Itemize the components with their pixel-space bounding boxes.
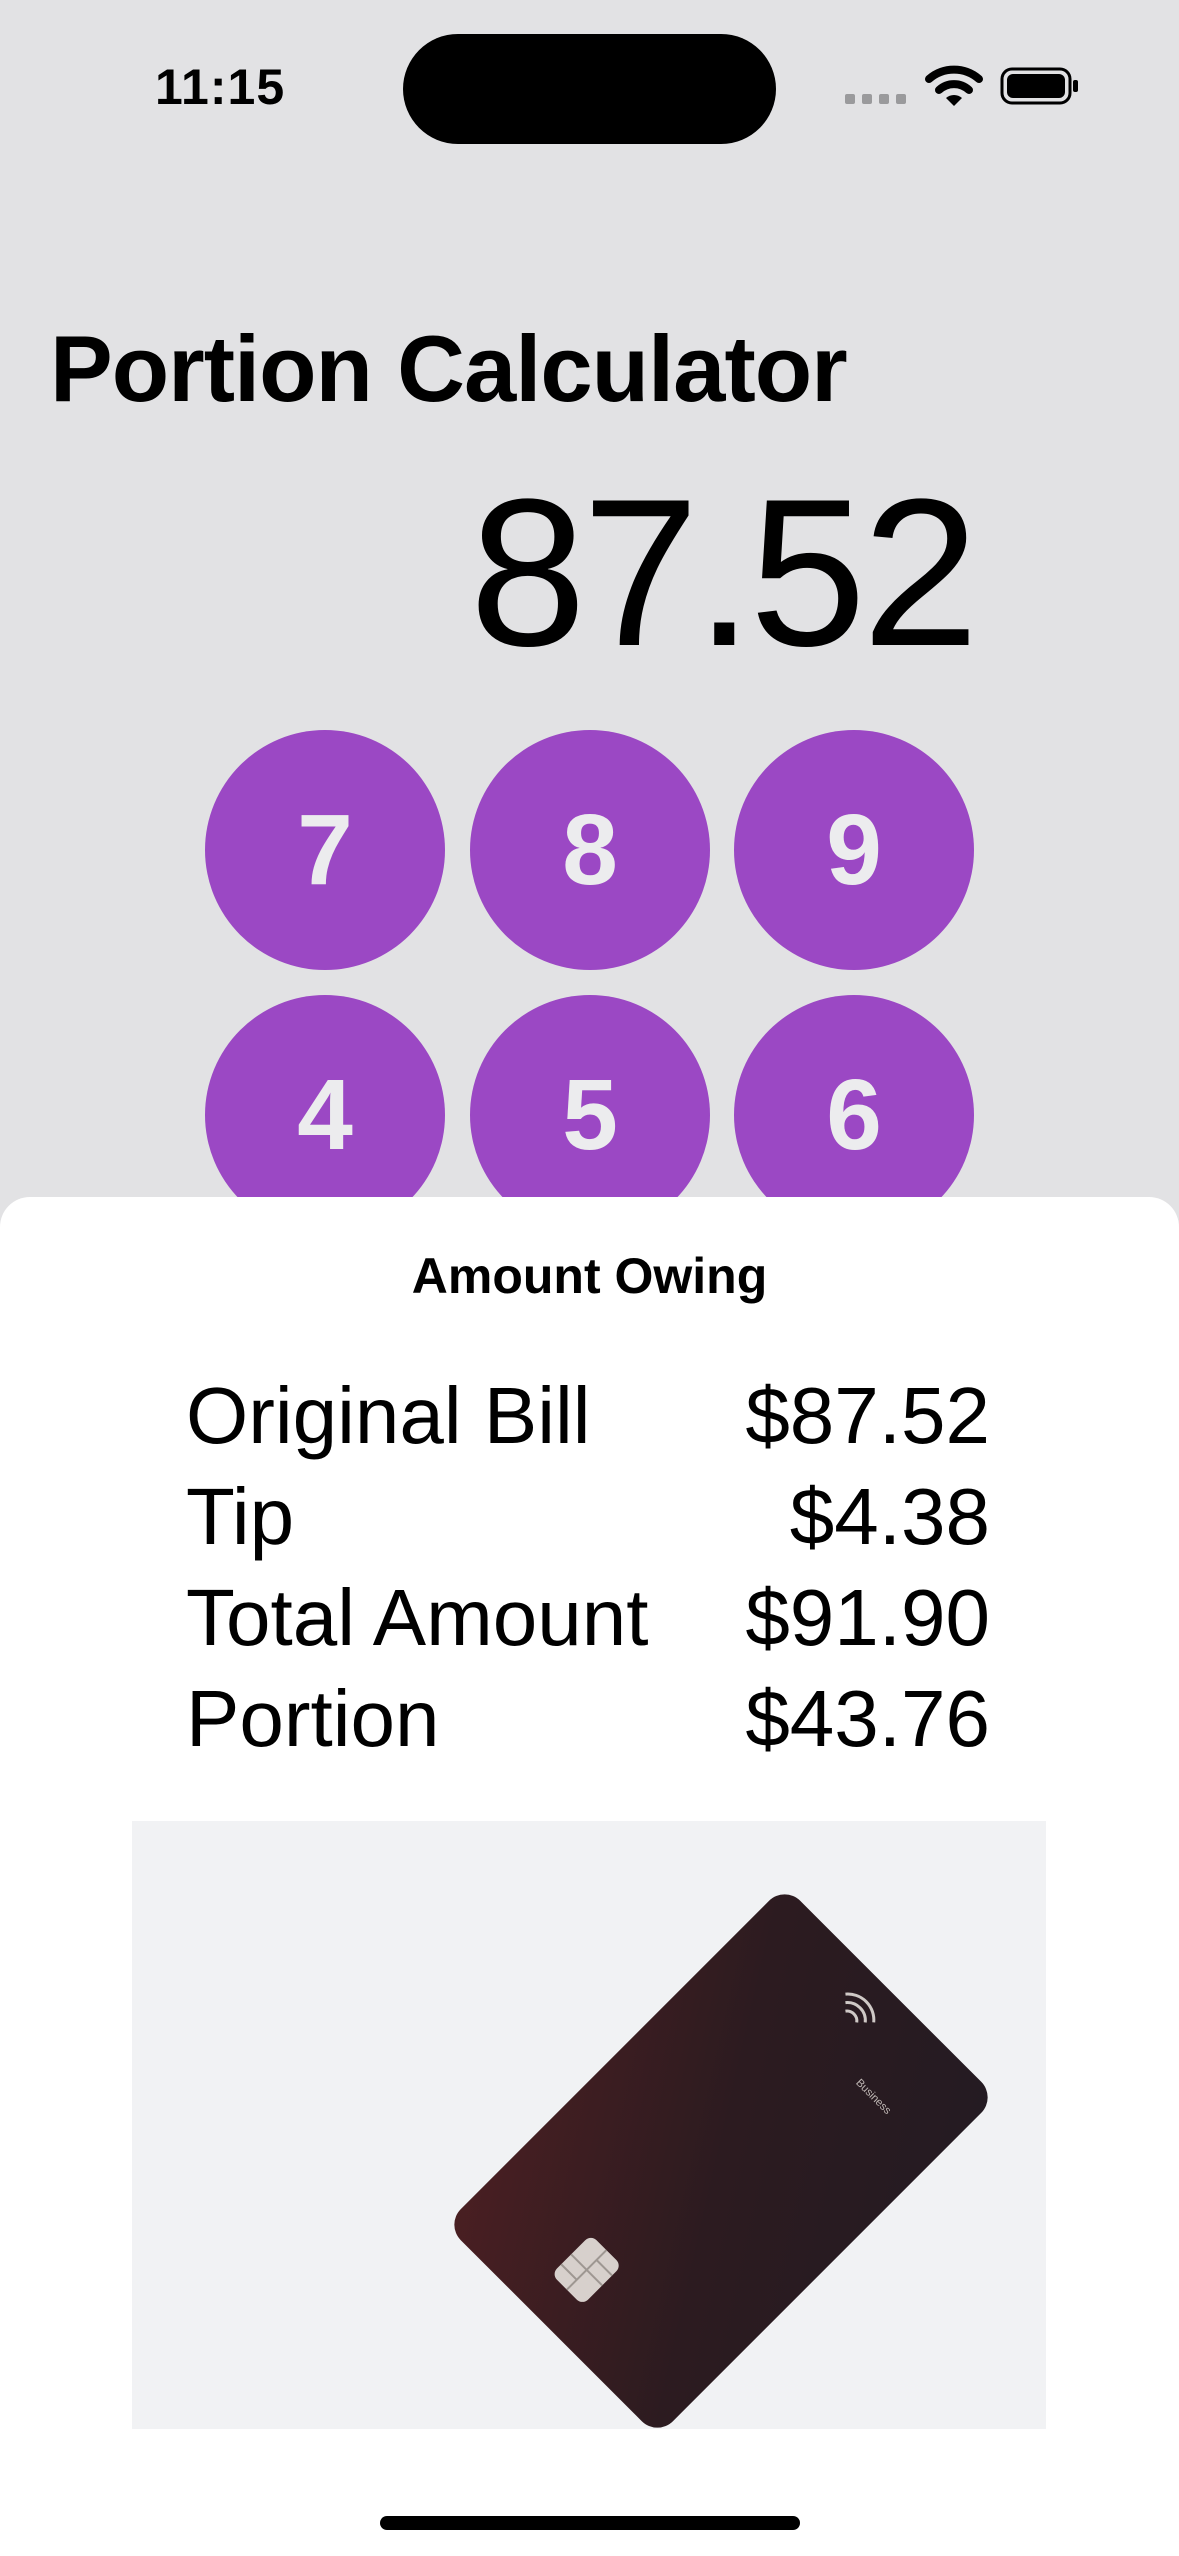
keypad-button-8[interactable]: 8 — [470, 730, 710, 970]
sheet-title: Amount Owing — [411, 1248, 768, 1304]
dynamic-island — [403, 34, 776, 144]
row-label: Portion — [186, 1674, 440, 1763]
row-label: Original Bill — [186, 1371, 591, 1460]
amount-display: 87.52 — [469, 455, 979, 690]
credit-card-illustration: Business — [454, 1894, 988, 2428]
keypad-button-7[interactable]: 7 — [205, 730, 445, 970]
summary-row-portion: Portion $43.76 — [186, 1668, 990, 1769]
cellular-signal-icon — [845, 94, 906, 104]
row-value: $4.38 — [789, 1472, 990, 1561]
row-label: Tip — [186, 1472, 295, 1561]
summary-row-tip: Tip $4.38 — [186, 1466, 990, 1567]
row-label: Total Amount — [186, 1573, 649, 1662]
summary-row-total-amount: Total Amount $91.90 — [186, 1567, 990, 1668]
status-time: 11:15 — [155, 59, 286, 115]
summary-row-original-bill: Original Bill $87.52 — [186, 1365, 990, 1466]
amount-owing-sheet[interactable]: Amount Owing Original Bill $87.52 Tip $4… — [0, 1197, 1179, 2556]
home-indicator[interactable] — [380, 2516, 800, 2530]
battery-icon — [1000, 67, 1078, 105]
row-value: $87.52 — [745, 1371, 990, 1460]
credit-card-image: Business — [132, 1821, 1046, 2429]
wifi-icon — [925, 65, 983, 106]
row-value: $43.76 — [745, 1674, 990, 1763]
row-value: $91.90 — [745, 1573, 990, 1662]
page-title: Portion Calculator — [50, 316, 848, 421]
amount-summary: Original Bill $87.52 Tip $4.38 Total Amo… — [186, 1365, 990, 1769]
keypad-button-9[interactable]: 9 — [734, 730, 974, 970]
